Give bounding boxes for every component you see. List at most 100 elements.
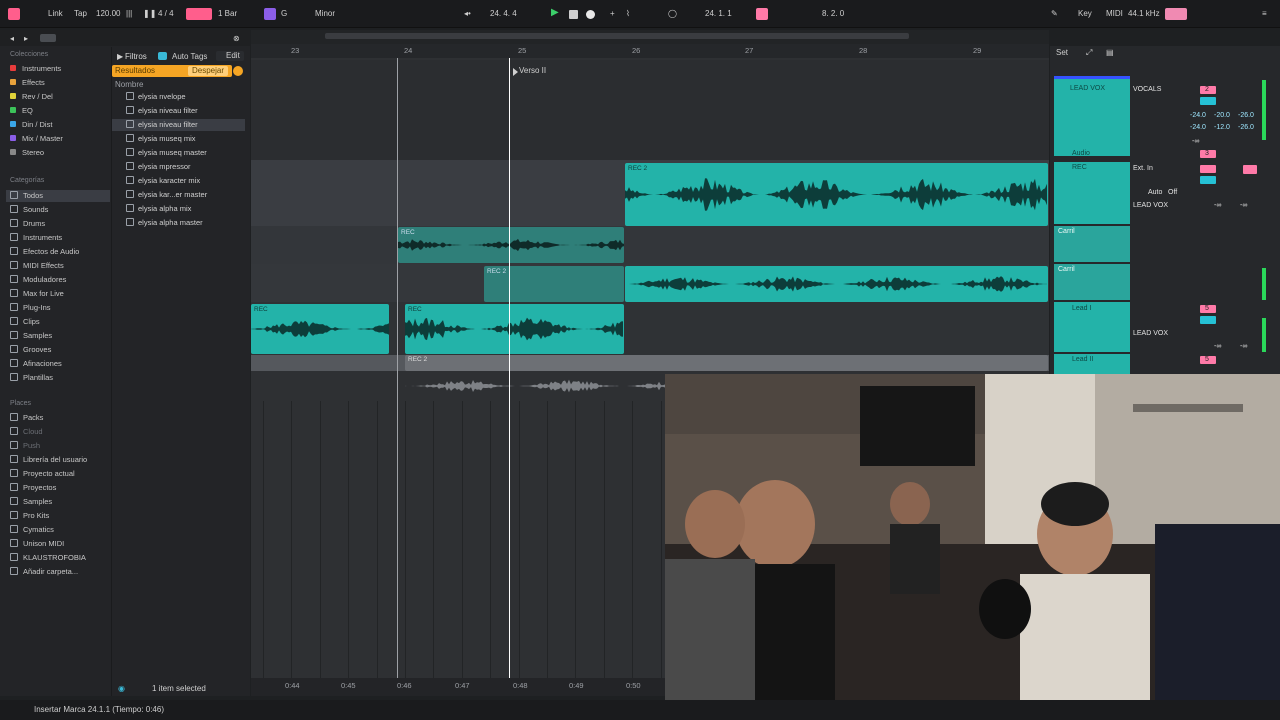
preset-item[interactable]: elysia mpressor [126,161,191,173]
send-value[interactable]: -∞ [1192,137,1199,147]
record-button[interactable] [586,10,595,19]
tap-button[interactable]: Tap [74,8,87,20]
track-name[interactable]: LEAD VOX [1070,85,1105,92]
place-item[interactable]: Packs [10,412,43,424]
category-item[interactable]: Plantillas [10,372,53,384]
place-item[interactable]: Cloud [10,426,43,438]
loop-icon[interactable]: ◯ [668,8,677,20]
track-name[interactable]: Lead I [1072,305,1091,312]
time-signature[interactable]: 4 / 4 [158,8,174,20]
place-item[interactable]: Samples [10,496,52,508]
output-route-select[interactable]: LEAD VOX [1133,329,1168,339]
filter-button[interactable]: Filtros [125,51,147,63]
place-item[interactable]: Pro Kits [10,510,49,522]
preset-item[interactable]: elysia niveau filter [126,119,198,131]
track-name[interactable]: Audio [1072,150,1090,157]
track-activator[interactable] [1200,316,1216,324]
category-item[interactable]: Drums [10,218,45,230]
track-name[interactable]: REC [1072,164,1087,171]
pencil-icon[interactable]: ✎ [1051,8,1058,20]
audio-clip[interactable]: REC [251,304,389,354]
locator-label[interactable]: Verso II [519,65,546,77]
audio-clip[interactable]: REC [405,304,624,354]
category-item[interactable]: Max for Live [10,288,64,300]
audio-clip[interactable]: REC 2 [625,163,1048,226]
scale-mode[interactable]: Minor [315,8,335,20]
category-item[interactable]: Sounds [10,204,48,216]
autotags-toggle-icon[interactable] [158,52,167,60]
category-item[interactable]: Grooves [10,344,51,356]
send-value[interactable]: -∞ [1214,342,1221,352]
category-item[interactable]: Afinaciones [10,358,62,370]
category-item[interactable]: Todos [10,190,43,202]
category-item[interactable]: Plug-Ins [10,302,51,314]
input-route-select[interactable]: Ext. In [1133,164,1153,174]
place-item[interactable]: Librería del usuario [10,454,87,466]
close-icon[interactable]: ⊗ [233,33,240,45]
arm-record-button[interactable] [1243,165,1257,174]
place-item[interactable]: Push [10,440,40,452]
collection-item[interactable]: Instruments [10,63,61,75]
track-header-lead-i[interactable] [1054,302,1130,352]
overdub-toggle[interactable] [186,8,212,20]
volume-value[interactable]: -12.0 [1214,123,1230,133]
preset-item[interactable]: elysia alpha master [126,217,203,229]
place-item[interactable]: Proyecto actual [10,468,75,480]
bar-ruler[interactable]: 23 24 25 26 27 28 29 [251,44,1049,58]
place-item[interactable]: Proyectos [10,482,56,494]
volume-value[interactable]: -20.0 [1214,111,1230,121]
category-item[interactable]: MIDI Effects [10,260,64,272]
preset-item[interactable]: elysia karacter mix [126,175,200,187]
place-item[interactable]: Unison MIDI [10,538,64,550]
tempo-field[interactable]: 120.00 [96,8,120,20]
link-button[interactable]: Link [48,8,63,20]
preset-item[interactable]: elysia museq mix [126,133,196,145]
expand-icon[interactable]: ⤢ [1086,47,1092,59]
collection-item[interactable]: Stereo [10,147,44,159]
forward-icon[interactable]: ▸ [24,33,28,45]
loop-start[interactable]: 24. 1. 1 [705,8,732,20]
volume-value[interactable]: -26.0 [1238,123,1254,133]
audio-clip[interactable] [625,266,1048,302]
track-activator[interactable] [1200,176,1216,184]
draw-mode-icon[interactable] [756,8,768,20]
place-item[interactable]: Cymatics [10,524,54,536]
collection-item[interactable]: Din / Dist [10,119,52,131]
app-menu-icon[interactable] [8,8,20,20]
metronome-icon[interactable]: ||| [126,8,132,20]
pause-icon[interactable]: ❚❚ [143,8,156,20]
output-route-select[interactable]: LEAD VOX [1133,201,1168,211]
results-settings-icon[interactable] [233,66,243,76]
scale-icon[interactable] [264,8,276,20]
preset-item[interactable]: elysia niveau filter [126,105,198,117]
preset-item[interactable]: elysia nvelope [126,91,186,103]
send-value[interactable]: -∞ [1240,342,1247,352]
quantize-menu[interactable]: 1 Bar [218,8,237,20]
overview-scroller[interactable] [325,33,909,39]
add-icon[interactable]: + [610,8,615,20]
loop-length[interactable]: 8. 2. 0 [822,8,844,20]
monitor-off[interactable]: Off [1168,188,1177,198]
stop-button[interactable] [569,10,578,19]
autotags-button[interactable]: Auto Tags [172,51,207,63]
preset-item[interactable]: elysia museq master [126,147,207,159]
automation-icon[interactable]: ⌇ [626,8,630,20]
track-number-button[interactable] [1200,165,1216,173]
track-name[interactable]: Carril [1058,266,1075,273]
audio-clip[interactable]: REC 2 [484,266,624,302]
track-activator[interactable] [1200,97,1216,105]
name-column-header[interactable]: Nombre [115,79,143,91]
input-route-select[interactable]: VOCALS [1133,85,1161,95]
collection-item[interactable]: Effects [10,77,45,89]
place-item[interactable]: KLAUSTROFOBIA [10,552,86,564]
playhead[interactable] [509,58,510,692]
search-icon[interactable] [40,34,56,42]
collection-item[interactable]: Mix / Master [10,133,63,145]
preset-item[interactable]: elysia alpha mix [126,203,191,215]
preset-item[interactable]: elysia kar...er master [126,189,207,201]
track-header-rec[interactable] [1054,162,1130,224]
play-button[interactable]: ▶ [551,7,559,19]
place-item[interactable]: Añadir carpeta... [10,566,78,578]
send-value[interactable]: -∞ [1240,201,1247,211]
category-item[interactable]: Clips [10,316,40,328]
